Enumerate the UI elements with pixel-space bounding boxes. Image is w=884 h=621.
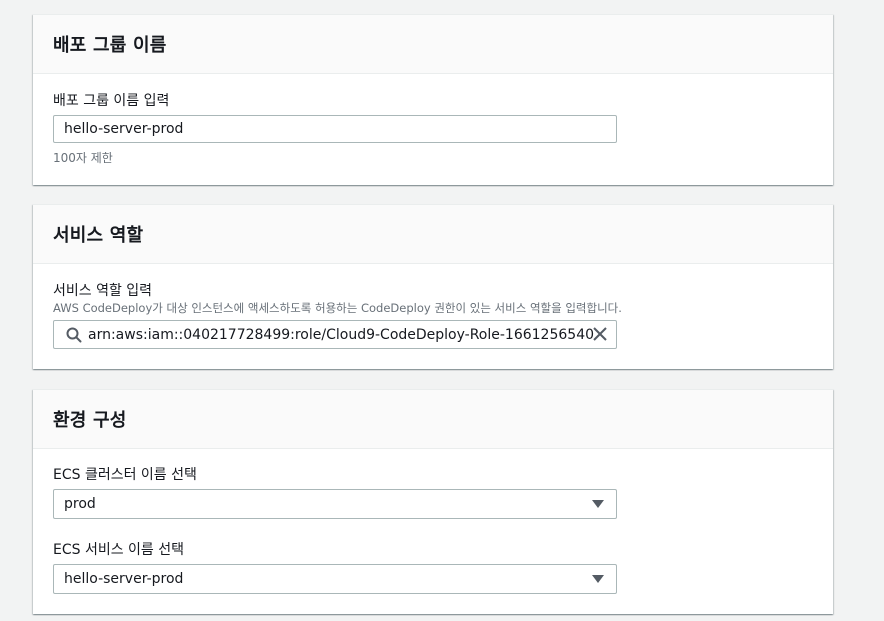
service-role-header: 서비스 역할 — [33, 205, 833, 264]
caret-down-icon — [592, 500, 604, 508]
deployment-group-title: 배포 그룹 이름 — [53, 35, 167, 56]
service-role-description: AWS CodeDeploy가 대상 인스턴스에 액세스하도록 허용하는 Cod… — [53, 301, 622, 315]
ecs-service-select[interactable]: hello-server-prod — [53, 564, 617, 594]
search-icon — [60, 322, 88, 348]
service-role-panel: 서비스 역할 서비스 역할 입력 AWS CodeDeploy가 대상 인스턴스… — [33, 204, 833, 369]
environment-header: 환경 구성 — [33, 390, 833, 449]
service-role-value: arn:aws:iam::040217728499:role/Cloud9-Co… — [88, 326, 595, 343]
ecs-cluster-select[interactable]: prod — [53, 489, 617, 519]
ecs-cluster-label: ECS 클러스터 이름 선택 — [53, 467, 197, 483]
service-role-input[interactable]: arn:aws:iam::040217728499:role/Cloud9-Co… — [53, 320, 617, 349]
ecs-service-value: hello-server-prod — [64, 571, 184, 587]
caret-down-icon — [592, 575, 604, 583]
deployment-group-label: 배포 그룹 이름 입력 — [53, 93, 170, 109]
environment-panel: 환경 구성 ECS 클러스터 이름 선택 prod ECS 서비스 이름 선택 … — [33, 389, 833, 614]
deployment-group-constraint: 100자 제한 — [53, 151, 113, 165]
deployment-group-panel: 배포 그룹 이름 배포 그룹 이름 입력 hello-server-prod 1… — [33, 14, 833, 185]
ecs-cluster-value: prod — [64, 496, 96, 512]
deployment-group-header: 배포 그룹 이름 — [33, 15, 833, 74]
service-role-title: 서비스 역할 — [53, 225, 144, 246]
deployment-group-input[interactable]: hello-server-prod — [53, 115, 617, 143]
ecs-service-label: ECS 서비스 이름 선택 — [53, 542, 185, 558]
close-icon[interactable] — [592, 326, 608, 342]
service-role-label: 서비스 역할 입력 — [53, 283, 153, 299]
deployment-group-value: hello-server-prod — [64, 121, 184, 137]
environment-title: 환경 구성 — [53, 410, 127, 431]
